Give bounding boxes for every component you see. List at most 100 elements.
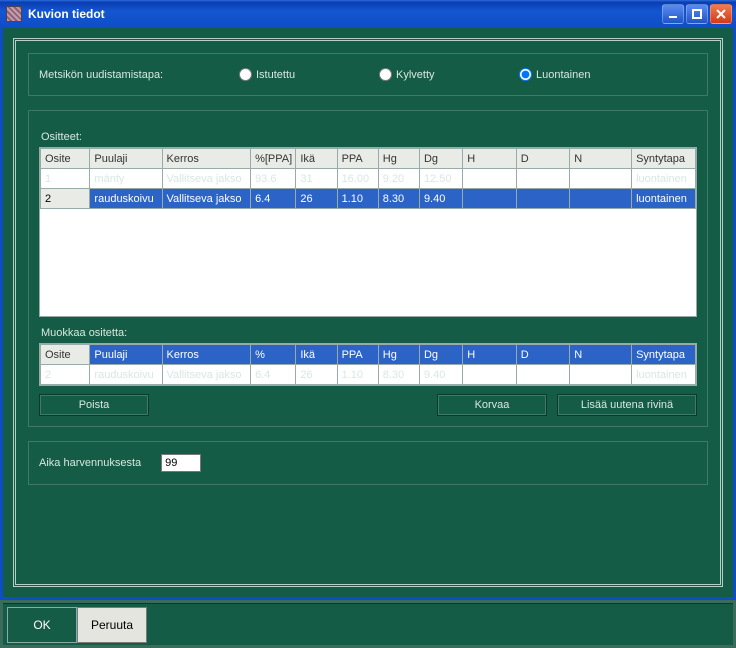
muokkaa-header-row: Osite Puulaji Kerros % Ikä PPA Hg Dg H D… (41, 345, 696, 365)
col-hg[interactable]: Hg (378, 149, 419, 169)
mcol-ppa[interactable]: PPA (337, 345, 378, 365)
cell-kerros[interactable]: Vallitseva jakso (162, 169, 251, 189)
muokkaa-row[interactable]: 2 rauduskoivu Vallitseva jakso 6.4 26 1.… (41, 365, 696, 385)
cell-puulaji[interactable]: mänty (90, 169, 162, 189)
regen-option-planted-label: Istutettu (256, 69, 295, 81)
regen-label: Metsikön uudistamistapa: (39, 69, 239, 81)
mcell-syntytapa[interactable]: luontainen (632, 365, 696, 385)
ositteet-table-wrap: Osite Puulaji Kerros %[PPA] Ikä PPA Hg D… (39, 147, 697, 317)
cell-dg[interactable]: 9.40 (419, 189, 462, 209)
poista-button[interactable]: Poista (39, 394, 149, 416)
window-title: Kuvion tiedot (28, 7, 105, 21)
col-pct[interactable]: %[PPA] (251, 149, 296, 169)
mcell-pct[interactable]: 6.4 (251, 365, 296, 385)
ok-button-label: OK (33, 618, 50, 632)
cell-osite[interactable]: 2 (41, 189, 90, 209)
col-osite[interactable]: Osite (41, 149, 90, 169)
lisaa-uutena-button[interactable]: Lisää uutena rivinä (557, 394, 697, 416)
aika-label: Aika harvennuksesta (39, 457, 141, 469)
cell-ika[interactable]: 26 (296, 189, 337, 209)
col-kerros[interactable]: Kerros (162, 149, 251, 169)
mcol-osite[interactable]: Osite (41, 345, 90, 365)
muokkaa-table-wrap: Osite Puulaji Kerros % Ikä PPA Hg Dg H D… (39, 343, 697, 386)
action-button-row: Poista Korvaa Lisää uutena rivinä (39, 394, 697, 416)
close-button[interactable] (710, 4, 732, 24)
mcol-kerros[interactable]: Kerros (162, 345, 251, 365)
mcol-puulaji[interactable]: Puulaji (90, 345, 162, 365)
table-row[interactable]: 1mäntyVallitseva jakso93.63116.009.2012.… (41, 169, 696, 189)
client-area: Metsikön uudistamistapa: Istutettu Kylve… (0, 28, 736, 600)
cancel-button[interactable]: Peruuta (77, 607, 147, 643)
mcell-n[interactable] (570, 365, 632, 385)
col-syntytapa[interactable]: Syntytapa (632, 149, 696, 169)
mcol-dg[interactable]: Dg (419, 345, 462, 365)
regen-option-natural[interactable]: Luontainen (519, 68, 659, 81)
regen-option-natural-label: Luontainen (536, 69, 590, 81)
mcol-h[interactable]: H (463, 345, 517, 365)
cell-ppa[interactable]: 1.10 (337, 189, 378, 209)
col-ika[interactable]: Ikä (296, 149, 337, 169)
cell-h[interactable] (463, 169, 517, 189)
muokkaa-title: Muokkaa ositetta: (41, 327, 697, 339)
regen-option-sown[interactable]: Kylvetty (379, 68, 519, 81)
cell-dg[interactable]: 12.50 (419, 169, 462, 189)
regen-radio-planted[interactable] (239, 68, 252, 81)
cell-pct[interactable]: 93.6 (251, 169, 296, 189)
mcell-dg[interactable]: 9.40 (419, 365, 462, 385)
col-d[interactable]: D (516, 149, 570, 169)
mcol-d[interactable]: D (516, 345, 570, 365)
cell-ppa[interactable]: 16.00 (337, 169, 378, 189)
cancel-button-label: Peruuta (91, 618, 133, 632)
cell-ika[interactable]: 31 (296, 169, 337, 189)
mcell-hg[interactable]: 8.30 (378, 365, 419, 385)
mcol-n[interactable]: N (570, 345, 632, 365)
col-h[interactable]: H (463, 149, 517, 169)
app-icon (6, 6, 22, 22)
maximize-button[interactable] (686, 4, 708, 24)
cell-n[interactable] (570, 169, 632, 189)
col-puulaji[interactable]: Puulaji (90, 149, 162, 169)
muokkaa-table[interactable]: Osite Puulaji Kerros % Ikä PPA Hg Dg H D… (40, 344, 696, 385)
col-n[interactable]: N (570, 149, 632, 169)
ositteet-title: Ositteet: (41, 131, 697, 143)
regen-radio-sown[interactable] (379, 68, 392, 81)
col-ppa[interactable]: PPA (337, 149, 378, 169)
cell-h[interactable] (463, 189, 517, 209)
ositteet-table[interactable]: Osite Puulaji Kerros %[PPA] Ikä PPA Hg D… (40, 148, 696, 209)
titlebar: Kuvion tiedot (0, 0, 736, 28)
cell-kerros[interactable]: Vallitseva jakso (162, 189, 251, 209)
mcol-syntytapa[interactable]: Syntytapa (632, 345, 696, 365)
mcell-puulaji[interactable]: rauduskoivu (90, 365, 162, 385)
col-dg[interactable]: Dg (419, 149, 462, 169)
cell-hg[interactable]: 9.20 (378, 169, 419, 189)
mcell-osite[interactable]: 2 (41, 365, 90, 385)
korvaa-button[interactable]: Korvaa (437, 394, 547, 416)
regen-option-planted[interactable]: Istutettu (239, 68, 379, 81)
table-row[interactable]: 2rauduskoivuVallitseva jakso6.4261.108.3… (41, 189, 696, 209)
mcol-ika[interactable]: Ikä (296, 345, 337, 365)
ositteet-header-row: Osite Puulaji Kerros %[PPA] Ikä PPA Hg D… (41, 149, 696, 169)
ositteet-group: Ositteet: Osite Puulaji Kerros %[PPA] Ik… (28, 110, 708, 427)
cell-puulaji[interactable]: rauduskoivu (90, 189, 162, 209)
cell-pct[interactable]: 6.4 (251, 189, 296, 209)
cell-hg[interactable]: 8.30 (378, 189, 419, 209)
minimize-button[interactable] (662, 4, 684, 24)
ok-button[interactable]: OK (7, 607, 77, 643)
cell-d[interactable] (516, 169, 570, 189)
mcell-kerros[interactable]: Vallitseva jakso (162, 365, 251, 385)
mcell-ppa[interactable]: 1.10 (337, 365, 378, 385)
main-frame: Metsikön uudistamistapa: Istutettu Kylve… (13, 38, 723, 587)
regen-radio-natural[interactable] (519, 68, 532, 81)
mcell-d[interactable] (516, 365, 570, 385)
cell-syntytapa[interactable]: luontainen (632, 189, 696, 209)
cell-osite[interactable]: 1 (41, 169, 90, 189)
mcol-pct[interactable]: % (251, 345, 296, 365)
cell-d[interactable] (516, 189, 570, 209)
mcell-h[interactable] (463, 365, 517, 385)
cell-n[interactable] (570, 189, 632, 209)
aika-input[interactable] (161, 454, 201, 472)
mcell-ika[interactable]: 26 (296, 365, 337, 385)
cell-syntytapa[interactable]: luontainen (632, 169, 696, 189)
mcol-hg[interactable]: Hg (378, 345, 419, 365)
regen-group: Metsikön uudistamistapa: Istutettu Kylve… (28, 53, 708, 96)
